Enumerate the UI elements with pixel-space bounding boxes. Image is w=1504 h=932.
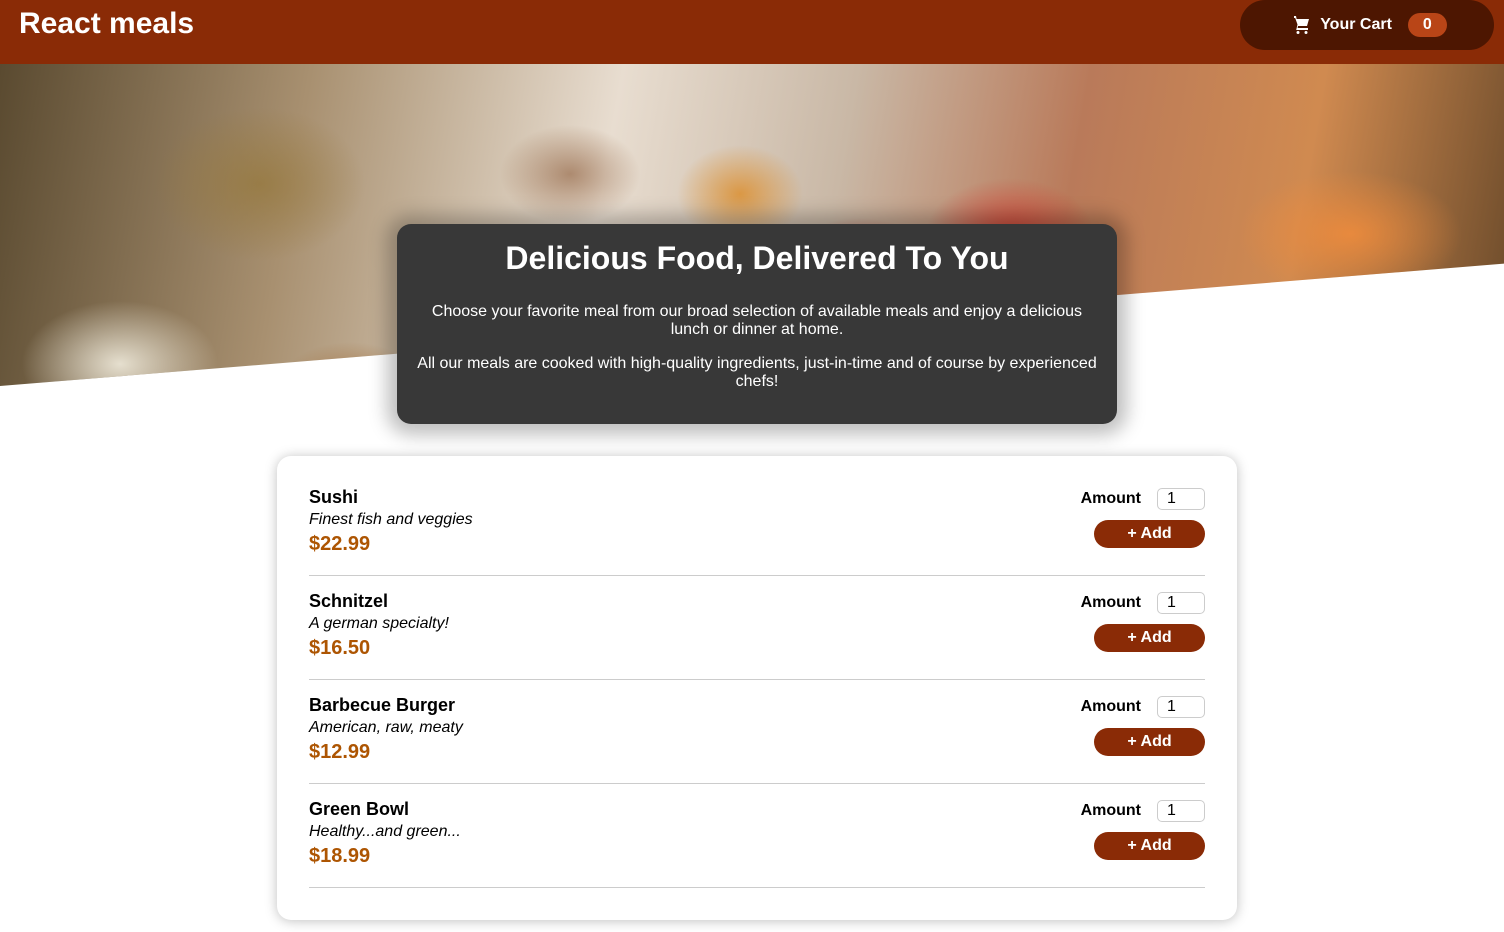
meal-price: $18.99 bbox=[309, 845, 371, 867]
app-title: React meals bbox=[19, 7, 195, 40]
meal-name: Green Bowl bbox=[309, 799, 410, 819]
add-button[interactable]: + Add bbox=[1094, 728, 1205, 756]
amount-label: Amount bbox=[1080, 594, 1141, 611]
cart-label: Your Cart bbox=[1320, 16, 1392, 33]
amount-row: Amount bbox=[1081, 488, 1205, 510]
meal-description: American, raw, meaty bbox=[309, 719, 463, 736]
meal-info: Barbecue Burger American, raw, meaty $12… bbox=[309, 696, 463, 783]
cart-button[interactable]: Your Cart 0 bbox=[1240, 0, 1494, 50]
meal-info: Green Bowl Healthy...and green... $18.99 bbox=[309, 800, 461, 887]
app-header: React meals Your Cart 0 bbox=[0, 0, 1504, 64]
amount-label: Amount bbox=[1080, 490, 1141, 507]
meal-price: $16.50 bbox=[309, 637, 371, 659]
meal-form: Amount + Add bbox=[1081, 800, 1205, 887]
meal-description: A german specialty! bbox=[309, 615, 449, 632]
meal-info: Schnitzel A german specialty! $16.50 bbox=[309, 592, 449, 679]
add-button[interactable]: + Add bbox=[1094, 832, 1205, 860]
shopping-cart-icon bbox=[1294, 16, 1310, 34]
meal-name: Barbecue Burger bbox=[309, 695, 456, 715]
summary-paragraph-2: All our meals are cooked with high-quali… bbox=[417, 355, 1097, 390]
amount-input[interactable] bbox=[1157, 800, 1205, 822]
meal-form: Amount + Add bbox=[1081, 696, 1205, 783]
meal-form: Amount + Add bbox=[1081, 592, 1205, 679]
meal-price: $12.99 bbox=[309, 741, 371, 763]
amount-label: Amount bbox=[1080, 802, 1141, 819]
amount-input[interactable] bbox=[1157, 696, 1205, 718]
amount-row: Amount bbox=[1081, 696, 1205, 718]
summary-paragraph-1: Choose your favorite meal from our broad… bbox=[431, 303, 1083, 338]
cart-count-badge: 0 bbox=[1407, 13, 1447, 37]
amount-row: Amount bbox=[1081, 800, 1205, 822]
meal-name: Sushi bbox=[309, 487, 359, 507]
amount-row: Amount bbox=[1081, 592, 1205, 614]
add-button[interactable]: + Add bbox=[1094, 520, 1205, 548]
meal-info: Sushi Finest fish and veggies $22.99 bbox=[309, 488, 473, 575]
meal-name: Schnitzel bbox=[309, 591, 389, 611]
amount-input[interactable] bbox=[1157, 488, 1205, 510]
meal-item: Sushi Finest fish and veggies $22.99 Amo… bbox=[309, 472, 1205, 576]
meal-price: $22.99 bbox=[309, 533, 371, 555]
meals-summary: Delicious Food, Delivered To You Choose … bbox=[397, 224, 1117, 424]
meal-description: Healthy...and green... bbox=[309, 823, 461, 840]
meal-item: Schnitzel A german specialty! $16.50 Amo… bbox=[309, 576, 1205, 680]
meal-description: Finest fish and veggies bbox=[309, 511, 473, 528]
meal-item: Green Bowl Healthy...and green... $18.99… bbox=[309, 784, 1205, 888]
add-button[interactable]: + Add bbox=[1094, 624, 1205, 652]
amount-label: Amount bbox=[1080, 698, 1141, 715]
amount-input[interactable] bbox=[1157, 592, 1205, 614]
meals-card: Sushi Finest fish and veggies $22.99 Amo… bbox=[277, 456, 1237, 920]
meal-item: Barbecue Burger American, raw, meaty $12… bbox=[309, 680, 1205, 784]
summary-heading: Delicious Food, Delivered To You bbox=[505, 240, 1009, 276]
meal-form: Amount + Add bbox=[1081, 488, 1205, 575]
